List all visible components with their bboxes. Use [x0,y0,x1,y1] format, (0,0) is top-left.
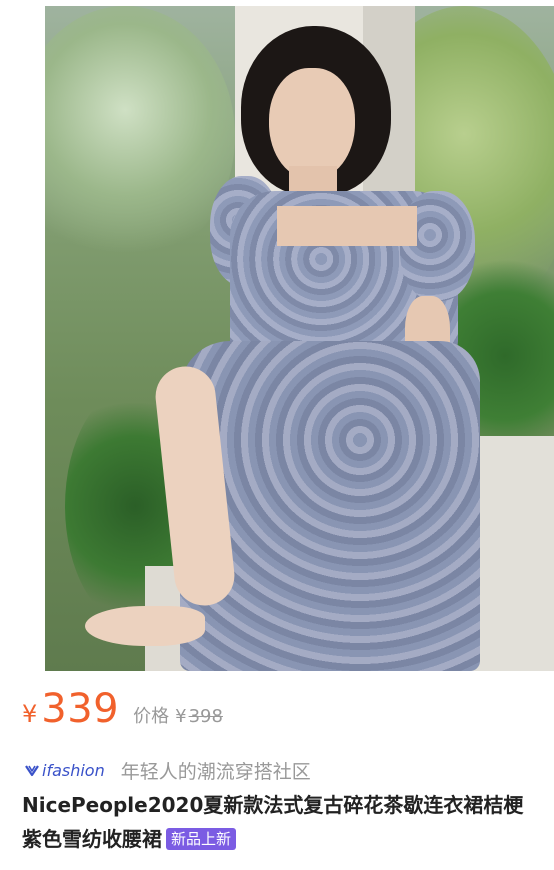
model-face [269,68,355,180]
product-image[interactable] [45,6,554,671]
product-title-text: NicePeople2020夏新款法式复古碎花茶歇连衣裙桔梗紫色雪纺收腰裙 [22,793,524,851]
original-price-currency: ¥ [175,706,187,727]
brand-tagline: 年轻人的潮流穿搭社区 [120,760,311,783]
original-price-value: 398 [188,706,223,727]
price-currency: ¥ [22,700,38,728]
model-foot [85,606,205,646]
brand-name[interactable]: ifashion [42,761,105,780]
brand-row[interactable]: ifashion 年轻人的潮流穿搭社区 [24,756,311,784]
new-arrival-badge: 新品上新 [166,828,237,850]
price-row: ¥ 339 价格 ¥ 398 [22,686,223,732]
background-foliage [45,6,235,266]
original-price-label: 价格 [133,706,170,727]
ifashion-logo-icon [25,765,39,777]
product-title[interactable]: NicePeople2020夏新款法式复古碎花茶歇连衣裙桔梗紫色雪纺收腰裙 新品上… [22,788,542,856]
product-card[interactable]: ¥ 339 价格 ¥ 398 ifashion 年轻人的潮流穿搭社区 NiceP… [0,0,554,870]
price-value: 339 [41,686,120,732]
model-chest [277,206,417,246]
